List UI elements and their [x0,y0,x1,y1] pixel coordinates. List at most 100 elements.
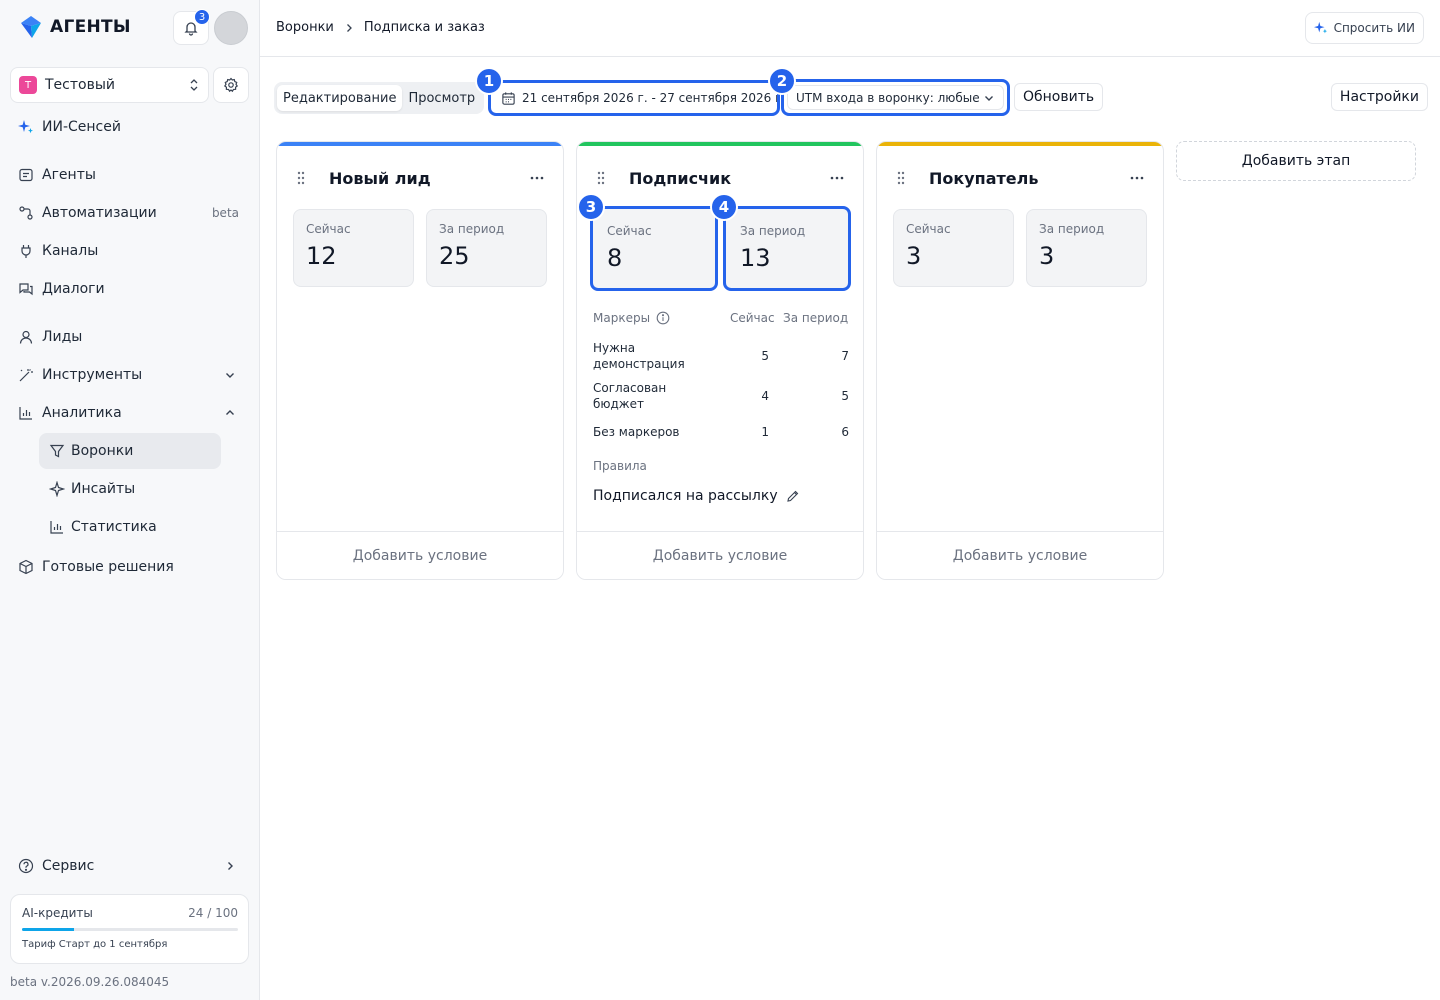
sidebar-item-tools[interactable]: Инструменты [18,361,142,389]
sidebar-item-label: Диалоги [42,281,105,297]
metric-now[interactable]: Сейчас 8 [590,206,718,291]
markers-label: Маркеры [593,311,651,325]
add-condition-button[interactable]: Добавить условие [277,531,563,579]
marker-row: Нужна демонстрация 5 7 [593,340,849,372]
sidebar-subitem-insights[interactable]: Инсайты [39,471,221,507]
drag-handle-icon[interactable] [593,171,609,185]
automation-icon [18,205,34,221]
sidebar-item-service[interactable]: Сервис [18,852,94,880]
calendar-icon [501,91,516,106]
sidebar-item-label: Лиды [42,329,83,345]
rule-item[interactable]: Подписался на рассылку [593,488,800,504]
more-horizontal-icon[interactable] [827,168,847,188]
utm-filter-value: UTM входа в воронку: любые [796,90,980,105]
more-horizontal-icon[interactable] [527,168,547,188]
marker-name: Без маркеров [593,425,680,439]
ai-credits-value: 24 / 100 [188,906,238,920]
ai-credits-card[interactable]: AI-кредиты 24 / 100 Тариф Старт до 1 сен… [10,894,249,964]
workspace-letter: Т [19,76,37,94]
funnel-toolbar: Редактирование Просмотр 21 сентября 2026… [260,78,1440,118]
gear-icon [223,77,239,93]
ask-ai-button[interactable]: Спросить ИИ [1304,12,1424,44]
service-chevron-right-icon[interactable] [222,858,238,874]
sidebar-item-label: Агенты [42,167,96,183]
markers-header: Маркеры Сейчас За период [593,311,849,327]
stage-title: Покупатель [929,168,1039,188]
notifications-count-badge: 3 [194,9,210,25]
sidebar-subitem-funnels[interactable]: Воронки [39,433,221,469]
metric-label: Сейчас [306,222,351,236]
user-avatar[interactable] [214,11,248,45]
breadcrumb-current: Подписка и заказ [363,20,485,35]
annotation-badge-2: 2 [768,67,796,95]
chevron-updown-icon [190,79,198,91]
stage-header: Покупатель [893,167,1147,189]
workspace-settings-button[interactable] [213,67,249,103]
sidebar-item-analytics[interactable]: Аналитика [18,399,122,427]
chat-icon [18,281,34,297]
workspace-select[interactable]: Т Тестовый [10,67,209,103]
info-icon[interactable] [656,311,670,325]
stage-card: Новый лид Сейчас 12 За период 25 Добавит… [276,141,564,580]
drag-handle-icon[interactable] [293,171,309,185]
sidebar-item-dialogs[interactable]: Диалоги [18,275,105,303]
drag-handle-icon[interactable] [893,171,909,185]
logo[interactable]: АГЕНТЫ [18,14,131,40]
add-condition-button[interactable]: Добавить условие [877,531,1163,579]
metric-value: 3 [906,242,922,270]
help-circle-icon [18,858,34,874]
breadcrumb-funnels[interactable]: Воронки [276,20,334,35]
mode-view-button[interactable]: Просмотр [402,85,481,111]
stage-title: Новый лид [329,168,431,188]
sidebar-item-agents[interactable]: Агенты [18,161,240,189]
sidebar-item-ready-solutions[interactable]: Готовые решения [18,553,174,581]
sidebar-item-channels[interactable]: Каналы [18,237,98,265]
stage-header: Подписчик [593,167,847,189]
sidebar-item-leads[interactable]: Лиды [18,323,82,351]
metric-period: За период 3 [1026,209,1147,287]
refresh-button[interactable]: Обновить [1014,83,1104,111]
date-range-picker[interactable]: 21 сентября 2026 г. - 27 сентября 2026 г… [488,80,780,116]
tools-chevron-down-icon[interactable] [222,367,238,383]
add-stage-button[interactable]: Добавить этап [1176,141,1416,181]
ai-credits-title: AI-кредиты [22,906,93,920]
metric-period[interactable]: За период 13 [723,206,851,291]
magic-wand-icon [18,367,34,383]
metric-period: За период 25 [426,209,547,287]
workspace-name: Тестовый [45,77,115,93]
marker-now: 4 [761,389,769,403]
sidebar-item-automations[interactable]: Автоматизации beta [18,199,240,227]
sidebar-item-label: Инструменты [42,367,143,383]
analytics-chevron-up-icon[interactable] [222,405,238,421]
sidebar-item-label: Каналы [42,243,99,259]
sidebar-item-label: Автоматизации [42,205,157,221]
marker-period: 6 [841,425,849,439]
sidebar: АГЕНТЫ 3 Т Тестовый ИИ-Сенсей Агенты Авт… [0,0,260,1000]
markers-col-period: За период [783,311,849,325]
funnel-icon [49,443,65,459]
metric-value: 8 [607,244,623,272]
agents-icon [18,167,34,183]
marker-now: 5 [761,349,769,363]
settings-button[interactable]: Настройки [1330,83,1428,111]
user-icon [18,329,34,345]
chevron-down-icon [983,92,995,104]
add-condition-button[interactable]: Добавить условие [577,531,863,579]
sparkle-outline-icon [49,481,65,497]
stage-color-bar [277,142,563,146]
more-horizontal-icon[interactable] [1127,168,1147,188]
marker-period: 5 [841,389,849,403]
utm-filter-inner[interactable]: UTM входа в воронку: любые [787,85,1004,110]
sidebar-subitem-statistics[interactable]: Статистика [39,509,221,545]
marker-period: 7 [841,349,849,363]
utm-filter-select[interactable]: UTM входа в воронку: любые [781,79,1010,116]
top-bar: Воронки Подписка и заказ Спросить ИИ [260,0,1440,57]
mode-edit-button[interactable]: Редактирование [277,85,403,111]
marker-name: Согласован бюджет [593,381,667,411]
sidebar-item-ai-sensei[interactable]: ИИ-Сенсей [18,113,121,141]
marker-row: Без маркеров 1 6 [593,424,849,440]
pencil-icon[interactable] [786,489,800,503]
sidebar-subitem-label: Воронки [71,443,134,459]
metric-value: 25 [439,242,470,270]
sidebar-item-label: Аналитика [42,405,122,421]
